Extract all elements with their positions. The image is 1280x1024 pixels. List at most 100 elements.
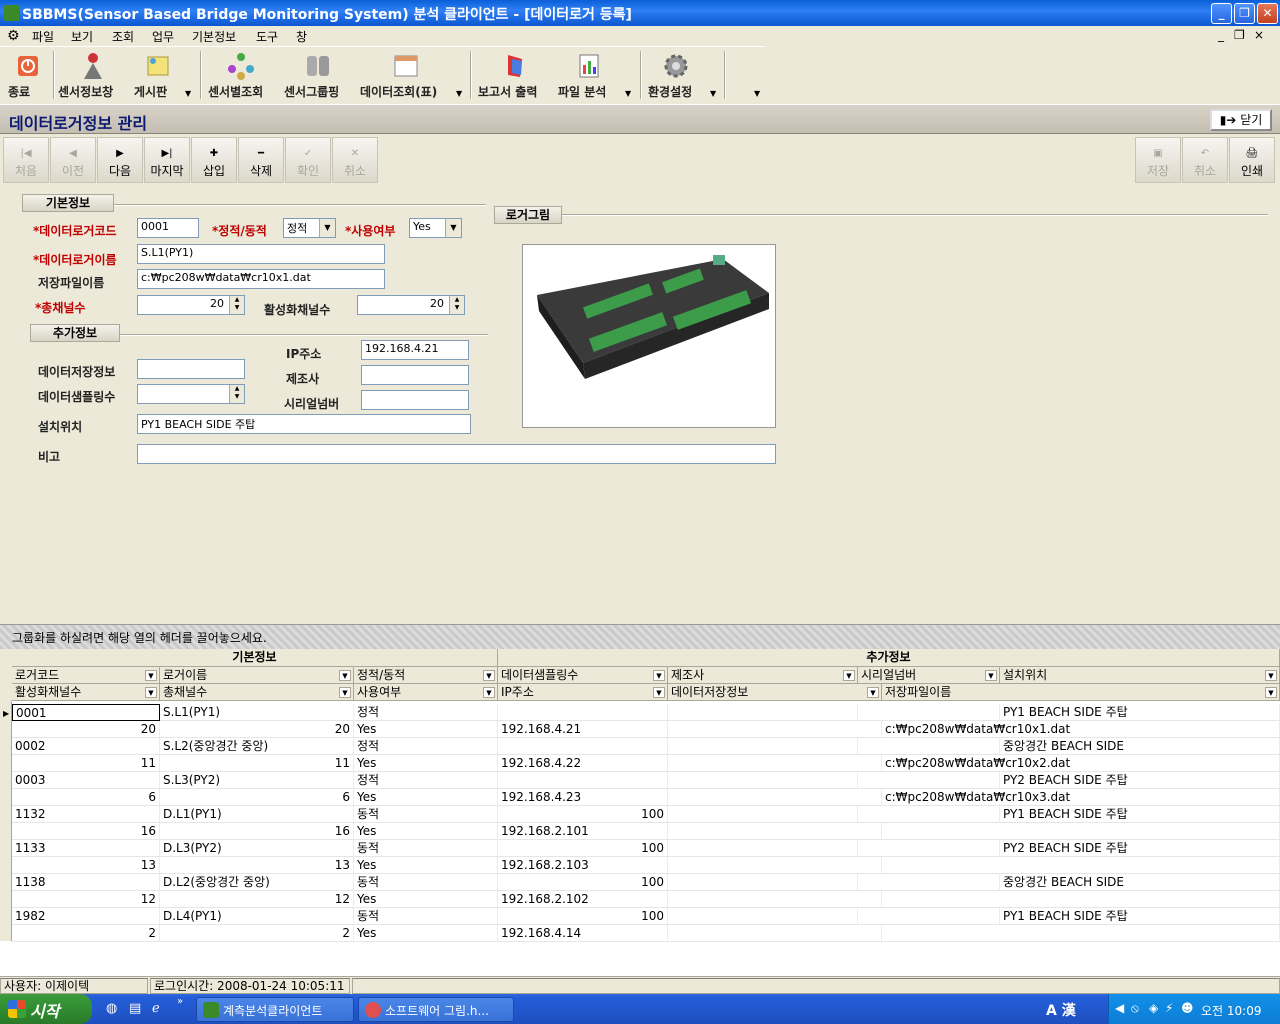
filter-dropdown-icon[interactable]: ▼ (483, 687, 495, 698)
col-save-file[interactable]: 저장파일이름 ▼ (882, 684, 1280, 701)
cell-location[interactable]: 중앙경간 BEACH SIDE (1000, 874, 1280, 891)
cell-ip[interactable]: 192.168.4.23 (498, 789, 668, 806)
cell-total-channels[interactable]: 6 (160, 789, 354, 806)
cell-logger-name[interactable]: S.L1(PY1) (160, 704, 354, 721)
first-button[interactable]: |◀ 처음 (3, 137, 49, 183)
data-table-dropdown-icon[interactable]: ▼ (456, 89, 462, 98)
cell-serial[interactable] (858, 908, 1000, 925)
quicklaunch-explorer-icon[interactable]: ◍ (106, 1001, 117, 1016)
cell-static-dynamic[interactable]: 동적 (354, 874, 498, 891)
logger-name-field[interactable]: S.L1(PY1) (137, 244, 385, 264)
insert-button[interactable]: ✚ 삽입 (191, 137, 237, 183)
cell-location[interactable]: PY1 BEACH SIDE 주탑 (1000, 806, 1280, 823)
menu-view[interactable]: 보기 (71, 28, 93, 45)
task-analysis-client[interactable]: 계측분석클라이언트 (196, 997, 354, 1022)
cell-logger-name[interactable]: D.L4(PY1) (160, 908, 354, 925)
filter-dropdown-icon[interactable]: ▼ (843, 670, 855, 681)
maker-field[interactable] (361, 365, 469, 385)
close-button[interactable]: ✕ (1257, 3, 1278, 24)
cell-logger-code[interactable]: 1138 (12, 874, 160, 891)
cell-total-channels[interactable]: 16 (160, 823, 354, 840)
cancel-button[interactable]: ✕ 취소 (332, 137, 378, 183)
total-channels-stepper[interactable]: 20 ▲ ▼ (137, 295, 245, 315)
cell-static-dynamic[interactable]: 동적 (354, 908, 498, 925)
cell-sampling[interactable] (498, 704, 668, 721)
cell-location[interactable]: PY1 BEACH SIDE 주탑 (1000, 908, 1280, 925)
cell-logger-name[interactable]: S.L3(PY2) (160, 772, 354, 789)
cell-location[interactable]: PY2 BEACH SIDE 주탑 (1000, 772, 1280, 789)
gear-icon[interactable]: ⚙ (7, 28, 20, 44)
cell-serial[interactable] (858, 772, 1000, 789)
sensor-query-button[interactable]: 센서별조회 (208, 51, 274, 101)
cell-serial[interactable] (858, 874, 1000, 891)
menu-basic-info[interactable]: 기본정보 (192, 28, 236, 45)
cell-maker[interactable] (668, 738, 858, 755)
cell-in-use[interactable]: Yes (354, 857, 498, 874)
filter-dropdown-icon[interactable]: ▼ (145, 670, 157, 681)
quicklaunch-more-icon[interactable]: » (177, 996, 183, 1007)
cell-save-file[interactable] (882, 925, 1280, 942)
cell-data-store[interactable] (668, 891, 882, 908)
cell-total-channels[interactable]: 20 (160, 721, 354, 738)
cell-total-channels[interactable]: 11 (160, 755, 354, 772)
cell-static-dynamic[interactable]: 정적 (354, 704, 498, 721)
mdi-close-button[interactable]: × (1254, 28, 1264, 42)
quicklaunch-ie-icon[interactable]: ℯ (152, 1001, 160, 1016)
filter-dropdown-icon[interactable]: ▼ (653, 670, 665, 681)
filter-dropdown-icon[interactable]: ▼ (339, 687, 351, 698)
row-indicator-column[interactable]: ▶ (0, 701, 12, 941)
cell-active-channels[interactable]: 2 (12, 925, 160, 942)
board-button[interactable]: 게시판 (134, 51, 182, 101)
col-logger-code[interactable]: 로거코드 ▼ (12, 667, 160, 684)
cell-sampling[interactable]: 100 (498, 874, 668, 891)
file-analysis-button[interactable]: 파일 분석 (558, 51, 618, 101)
last-button[interactable]: ▶| 마지막 (144, 137, 190, 183)
cell-logger-code[interactable]: 1982 (12, 908, 160, 925)
cell-maker[interactable] (668, 704, 858, 721)
title-bar[interactable]: SBBMS(Sensor Based Bridge Monitoring Sys… (0, 0, 1280, 26)
remark-field[interactable] (137, 444, 776, 464)
cell-total-channels[interactable]: 2 (160, 925, 354, 942)
tray-back-icon[interactable]: ◀ (1115, 1001, 1124, 1015)
confirm-button[interactable]: ✓ 확인 (285, 137, 331, 183)
spin-arrows-icon[interactable]: ▲ ▼ (449, 296, 464, 314)
filter-dropdown-icon[interactable]: ▼ (653, 687, 665, 698)
cell-ip[interactable]: 192.168.4.22 (498, 755, 668, 772)
chevron-down-icon[interactable]: ▼ (445, 219, 461, 237)
cell-logger-name[interactable]: S.L2(중앙경간 중앙) (160, 738, 354, 755)
band-basic-info[interactable]: 기본정보 (12, 649, 498, 667)
serial-field[interactable] (361, 390, 469, 410)
close-form-button[interactable]: ▮➔ 닫기 (1210, 109, 1272, 131)
filter-dropdown-icon[interactable]: ▼ (483, 670, 495, 681)
save-button[interactable]: ▣ 저장 (1135, 137, 1181, 183)
cell-in-use[interactable]: Yes (354, 925, 498, 942)
toolbar-overflow-icon[interactable]: ▼ (754, 89, 760, 98)
prev-button[interactable]: ◀ 이전 (50, 137, 96, 183)
sensor-info-button[interactable]: 센서정보창 (58, 51, 128, 101)
group-by-panel[interactable]: 그룹화를 하실려면 해당 열의 헤더를 끌어놓으세요. (0, 625, 1280, 649)
cell-serial[interactable] (858, 840, 1000, 857)
col-data-store[interactable]: 데이터저장정보 ▼ (668, 684, 882, 701)
cell-data-store[interactable] (668, 823, 882, 840)
menu-tools[interactable]: 도구 (256, 28, 278, 45)
settings-button[interactable]: 환경설정 (648, 51, 704, 101)
cell-total-channels[interactable]: 12 (160, 891, 354, 908)
cell-maker[interactable] (668, 874, 858, 891)
cell-active-channels[interactable]: 16 (12, 823, 160, 840)
cell-logger-name[interactable]: D.L3(PY2) (160, 840, 354, 857)
cell-save-file[interactable] (882, 891, 1280, 908)
cell-static-dynamic[interactable]: 정적 (354, 772, 498, 789)
cell-location[interactable]: PY1 BEACH SIDE 주탑 (1000, 704, 1280, 721)
data-store-field[interactable] (137, 359, 245, 379)
cell-data-store[interactable] (668, 755, 882, 772)
cell-ip[interactable]: 192.168.2.101 (498, 823, 668, 840)
report-button[interactable]: 보고서 출력 (478, 51, 552, 101)
tray-shield-icon[interactable]: ◈ (1149, 1001, 1158, 1015)
tray-block-icon[interactable]: ⦸ (1131, 1001, 1139, 1016)
cell-in-use[interactable]: Yes (354, 755, 498, 772)
cell-sampling[interactable] (498, 738, 668, 755)
cell-location[interactable]: 중앙경간 BEACH SIDE (1000, 738, 1280, 755)
sensor-group-button[interactable]: 센서그룹핑 (284, 51, 352, 101)
cell-serial[interactable] (858, 704, 1000, 721)
start-button[interactable]: 시작 (0, 994, 92, 1024)
